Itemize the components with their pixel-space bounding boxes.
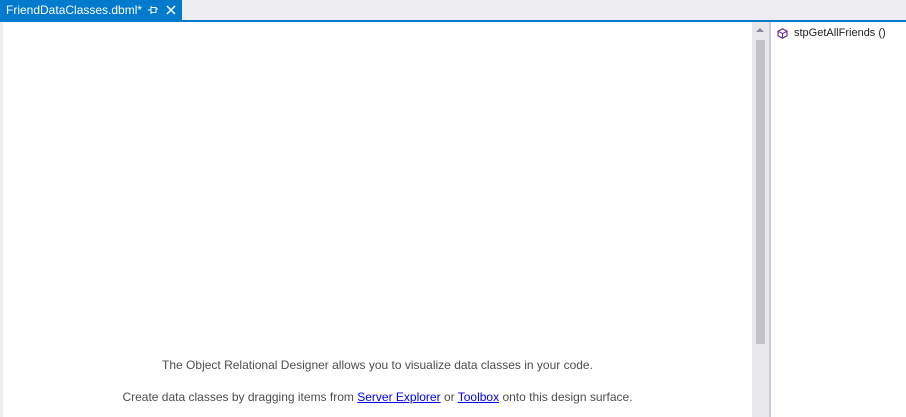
- close-icon[interactable]: [165, 4, 177, 16]
- method-cube-icon: [777, 27, 788, 39]
- document-tab-strip: FriendDataClasses.dbml*: [0, 0, 906, 20]
- scroll-up-arrow-icon[interactable]: [756, 28, 764, 32]
- hint-line2-suffix: onto this design surface.: [499, 390, 633, 404]
- document-tab[interactable]: FriendDataClasses.dbml*: [0, 0, 182, 20]
- toolbox-link[interactable]: Toolbox: [458, 390, 499, 404]
- hint-text-line1: The Object Relational Designer allows yo…: [162, 358, 593, 372]
- server-explorer-link[interactable]: Server Explorer: [357, 390, 440, 404]
- hint-line2-prefix: Create data classes by dragging items fr…: [122, 390, 358, 404]
- scrollbar-thumb[interactable]: [756, 40, 765, 344]
- hint-line2-middle: or: [440, 390, 458, 404]
- tab-title: FriendDataClasses.dbml*: [6, 3, 143, 17]
- method-item-label: stpGetAllFriends (): [794, 27, 886, 39]
- method-item-stpgetallfriends[interactable]: stpGetAllFriends (): [777, 27, 886, 39]
- design-surface[interactable]: The Object Relational Designer allows yo…: [3, 22, 752, 417]
- methods-pane[interactable]: stpGetAllFriends (): [771, 22, 906, 417]
- pin-icon[interactable]: [147, 4, 159, 16]
- vertical-scrollbar[interactable]: [752, 22, 769, 417]
- hint-text-line2: Create data classes by dragging items fr…: [3, 390, 752, 404]
